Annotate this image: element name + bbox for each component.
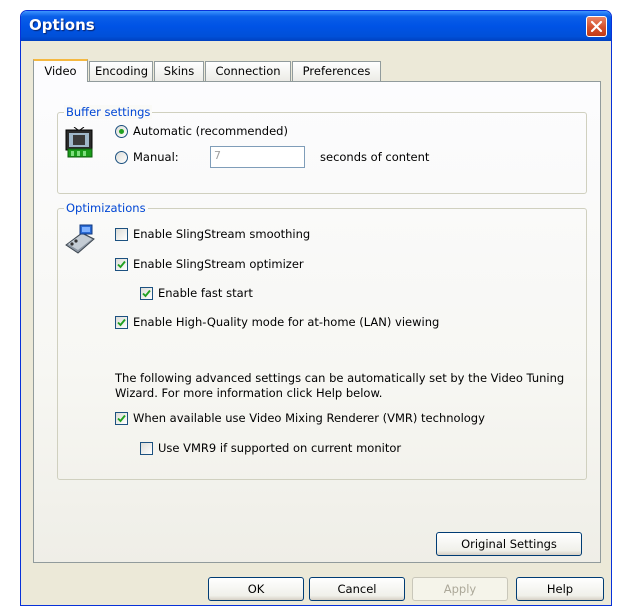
smoothing-label: Enable SlingStream smoothing	[133, 227, 311, 241]
buffer-settings-group: Buffer settings Automatic (recommended) …	[57, 105, 587, 194]
vmr9-checkbox[interactable]	[140, 441, 153, 455]
optimizer-checkbox[interactable]	[115, 257, 128, 271]
hq-checkbox[interactable]	[115, 315, 128, 329]
vmr9-label: Use VMR9 if supported on current monitor	[158, 441, 402, 455]
title-bar[interactable]: Options	[21, 11, 611, 41]
tab-encoding[interactable]: Encoding	[89, 61, 153, 81]
original-settings-button[interactable]: Original Settings	[436, 532, 582, 556]
manual-radio[interactable]	[115, 150, 128, 164]
manual-label: Manual:	[133, 150, 179, 164]
optimizations-group: Optimizations Enable SlingStream smoothi…	[57, 201, 587, 480]
fast-start-label: Enable fast start	[158, 286, 253, 300]
network-device-icon	[65, 224, 95, 254]
ok-button[interactable]: OK	[208, 577, 304, 601]
automatic-radio[interactable]	[115, 124, 128, 138]
help-button[interactable]: Help	[516, 577, 604, 601]
apply-button[interactable]: Apply	[412, 577, 508, 601]
seconds-label: seconds of content	[320, 150, 430, 164]
cancel-button[interactable]: Cancel	[309, 577, 405, 601]
optimizer-checkbox-row[interactable]: Enable SlingStream optimizer	[115, 257, 304, 271]
checkmark-icon	[117, 260, 126, 268]
window-title: Options	[29, 16, 95, 34]
checkmark-icon	[142, 289, 151, 297]
advanced-settings-text: The following advanced settings can be a…	[115, 371, 565, 400]
manual-radio-row[interactable]: Manual:	[115, 150, 179, 164]
vmr9-checkbox-row[interactable]: Use VMR9 if supported on current monitor	[140, 441, 401, 455]
vmr-label: When available use Video Mixing Renderer…	[133, 411, 485, 425]
fast-start-checkbox[interactable]	[140, 286, 153, 300]
tv-buffer-icon	[65, 127, 93, 158]
automatic-label: Automatic (recommended)	[133, 124, 288, 138]
hq-checkbox-row[interactable]: Enable High-Quality mode for at-home (LA…	[115, 315, 439, 329]
checkmark-icon	[117, 318, 126, 326]
tab-skins[interactable]: Skins	[154, 61, 204, 81]
video-tab-panel: Buffer settings Automatic (recommended) …	[33, 81, 601, 563]
automatic-radio-row[interactable]: Automatic (recommended)	[115, 124, 288, 138]
smoothing-checkbox-row[interactable]: Enable SlingStream smoothing	[115, 227, 310, 241]
smoothing-checkbox[interactable]	[115, 227, 128, 241]
tab-preferences[interactable]: Preferences	[292, 61, 381, 81]
close-button[interactable]	[586, 16, 607, 37]
close-icon	[590, 20, 603, 33]
options-dialog: Options Video Encoding Skins Connection …	[20, 10, 612, 606]
optimizer-label: Enable SlingStream optimizer	[133, 257, 304, 271]
vmr-checkbox[interactable]	[115, 411, 128, 425]
hq-label: Enable High-Quality mode for at-home (LA…	[133, 315, 440, 329]
tab-connection[interactable]: Connection	[205, 61, 291, 81]
checkmark-icon	[117, 414, 126, 422]
buffer-settings-title: Buffer settings	[64, 105, 153, 119]
vmr-checkbox-row[interactable]: When available use Video Mixing Renderer…	[115, 411, 485, 425]
fast-start-checkbox-row[interactable]: Enable fast start	[140, 286, 253, 300]
manual-seconds-input[interactable]: 7	[210, 146, 305, 168]
optimizations-title: Optimizations	[64, 201, 148, 215]
tab-video[interactable]: Video	[33, 59, 88, 82]
